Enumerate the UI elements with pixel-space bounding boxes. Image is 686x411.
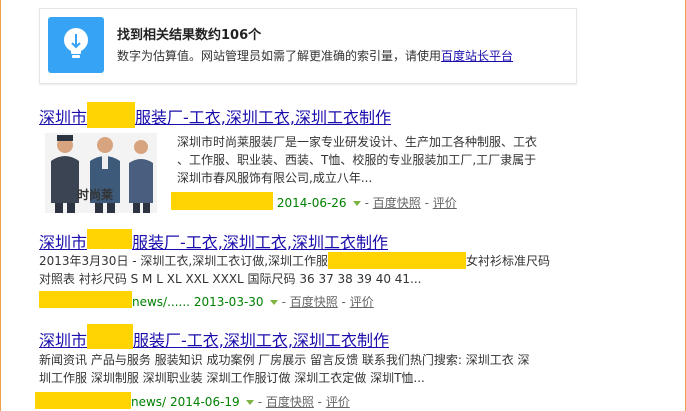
redaction-block — [171, 192, 273, 210]
cache-link[interactable]: 百度快照 — [290, 295, 338, 309]
result-title-3[interactable]: 深圳市 服装厂-工衣,深圳工衣,深圳工衣制作 — [39, 324, 389, 351]
result-3-meta: news/ 2014-06-19- 百度快照 - 评价 — [35, 392, 350, 410]
result-title-3-suffix[interactable]: 服装厂-工衣,深圳工衣,深圳工衣制作 — [133, 331, 389, 350]
result-1-meta: 2014-06-26- 百度快照 - 评价 — [171, 192, 457, 211]
snippet-line: 对照表 衬衫尺码 S M L XL XXL XXXL 国际尺码 36 37 38… — [39, 272, 422, 286]
review-link[interactable]: 评价 — [350, 295, 374, 309]
snippet-text: 2013年3月30日 - 深圳工衣,深圳工衣订做,深圳工作服 — [39, 254, 329, 268]
snippet-line: 深圳市时尚莱服装厂是一家专业研发设计、生产加工各种制服、工衣 — [177, 135, 538, 149]
result-1-snippet: 深圳市时尚莱服装厂是一家专业研发设计、生产加工各种制服、工衣 、工作服、职业装、… — [177, 133, 577, 187]
lightbulb-icon — [48, 17, 104, 73]
result-count-tip: 找到相关结果数约106个 数字为估算值。网站管理员如需了解更准确的索引量，请使用… — [39, 8, 577, 84]
redaction-block — [87, 229, 133, 249]
result-2-meta: news/...... 2013-03-30- 百度快照 - 评价 — [39, 291, 374, 310]
result-title-2-prefix[interactable]: 深圳市 — [39, 233, 87, 252]
cache-link[interactable]: 百度快照 — [373, 196, 421, 210]
dropdown-arrow-icon[interactable] — [352, 200, 361, 206]
dropdown-arrow-icon[interactable] — [269, 299, 278, 305]
result-count-title: 找到相关结果数约106个 — [117, 28, 262, 43]
result-title-1-suffix[interactable]: 服装厂-工衣,深圳工衣,深圳工衣制作 — [135, 108, 391, 127]
snippet-text: 女衬衫标准尺码 — [466, 254, 551, 268]
redaction-block — [87, 324, 134, 349]
result-2-snippet: 2013年3月30日 - 深圳工衣,深圳工衣订做,深圳工作服 女衬衫标准尺码 对照… — [39, 252, 584, 288]
result-count-note: 数字为估算值。网站管理员如需了解更准确的索引量，请使用百度站长平台 — [117, 47, 513, 64]
snippet-line: 新闻资讯 产品与服务 服装知识 成功案例 厂房展示 留言反馈 联系我们热门搜索:… — [39, 353, 530, 367]
review-link[interactable]: 评价 — [326, 395, 350, 409]
note-text: 数字为估算值。网站管理员如需了解更准确的索引量，请使用 — [117, 49, 442, 63]
result-3-snippet: 新闻资讯 产品与服务 服装知识 成功案例 厂房展示 留言反馈 联系我们热门搜索:… — [39, 351, 584, 387]
review-link[interactable]: 评价 — [433, 196, 457, 210]
result-1-thumbnail[interactable]: 时尚莱 — [45, 133, 157, 213]
snippet-line: 圳工作服 深圳制服 深圳职业装 深圳工作服订做 深圳工衣定做 深圳T恤... — [39, 371, 425, 385]
dropdown-arrow-icon[interactable] — [245, 399, 254, 405]
result-3-url: news/ — [131, 395, 167, 409]
redaction-block — [87, 102, 136, 128]
result-2-url: news/...... — [132, 295, 190, 309]
result-title-1-prefix[interactable]: 深圳市 — [39, 108, 87, 127]
result-title-2[interactable]: 深圳市 服装厂-工衣,深圳工衣,深圳工衣制作 — [39, 229, 388, 253]
snippet-line: 、工作服、职业装、西装、T恤、校服的专业服装加工厂,工厂隶属于 — [177, 153, 537, 167]
cache-link[interactable]: 百度快照 — [266, 395, 314, 409]
redaction-block — [35, 392, 131, 409]
baidu-webmaster-link[interactable]: 百度站长平台 — [441, 49, 513, 63]
redaction-block — [328, 252, 467, 269]
redaction-block — [39, 291, 132, 308]
result-title-1[interactable]: 深圳市 服装厂-工衣,深圳工衣,深圳工衣制作 — [39, 102, 391, 128]
snippet-line: 深圳市春风服饰有限公司,成立八年... — [177, 171, 373, 185]
result-3-date: 2014-06-19 — [169, 395, 240, 409]
result-title-3-prefix[interactable]: 深圳市 — [39, 331, 87, 350]
result-1-date: 2014-06-26 — [276, 196, 347, 210]
result-title-2-suffix[interactable]: 服装厂-工衣,深圳工衣,深圳工衣制作 — [132, 233, 388, 252]
result-2-date: 2013-03-30 — [193, 295, 264, 309]
thumbnail-watermark: 时尚莱 — [77, 188, 114, 202]
